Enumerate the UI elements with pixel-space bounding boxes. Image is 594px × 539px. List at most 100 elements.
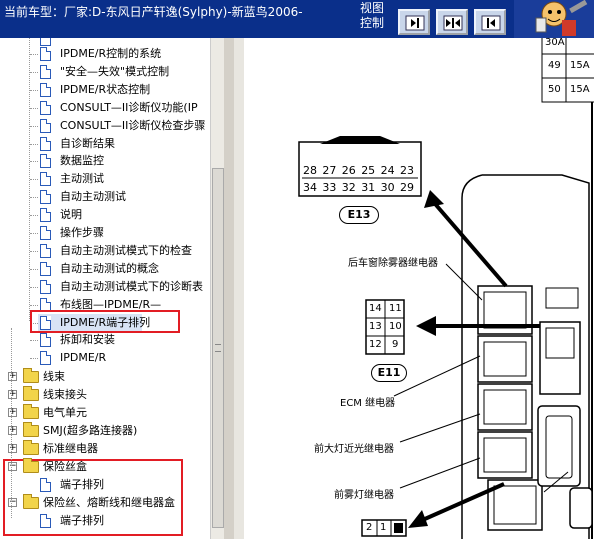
tree-item[interactable]: 端子排列 [38, 512, 210, 530]
tree-folder[interactable]: + 标准继电器 [6, 440, 206, 458]
tree-item[interactable]: 操作步骤 [30, 224, 208, 242]
fuse-table-partial: 30A [545, 38, 565, 48]
tree-item[interactable]: CONSULT—II诊断仪功能(IP [30, 99, 208, 117]
pin: 31 [361, 181, 376, 194]
document-icon [40, 243, 51, 258]
pin: 29 [400, 181, 414, 194]
fuse-number: 49 [548, 60, 561, 71]
tree-item-label: CONSULT—II诊断仪功能(IP [60, 100, 198, 114]
title-bar: 当前车型：厂家:D-东风日产轩逸(Sylphy)-新蓝鸟2006- 视图 控制 [0, 0, 594, 38]
arrow-left-bar-icon [481, 15, 501, 31]
folder-icon [23, 404, 39, 419]
tree-item-label: "安全—失效"模式控制 [60, 64, 170, 78]
window-title: 当前车型：厂家:D-东风日产轩逸(Sylphy)-新蓝鸟2006- [4, 5, 303, 19]
tree-item-label: 操作步骤 [60, 226, 104, 239]
tree-item-label: CONSULT—II诊断仪检查步骤 [60, 118, 206, 132]
show-left-pane-button[interactable] [474, 9, 506, 35]
pin: 32 [341, 181, 356, 194]
tree-item[interactable]: 拆卸和安装 [30, 331, 208, 349]
document-icon [40, 172, 51, 187]
document-icon [40, 82, 51, 97]
tree-item[interactable]: 主动测试 [30, 170, 208, 188]
document-icon [40, 226, 51, 240]
tree-folder-label: 电气单元 [43, 406, 87, 419]
tree-scrollbar[interactable] [210, 38, 224, 539]
expand-icon[interactable]: + [8, 408, 17, 417]
pin: 13 [369, 321, 382, 332]
pin: 2 [366, 522, 373, 533]
collapse-icon[interactable]: − [8, 462, 17, 471]
document-icon [40, 279, 51, 294]
fuse-rating: 15A [570, 60, 590, 71]
pane-splitter[interactable] [224, 38, 234, 539]
tree-folder[interactable]: − 保险丝、熔断线和继电器盒 [6, 494, 206, 512]
tree-item[interactable]: 自诊断结果 [30, 135, 208, 153]
tree-item[interactable]: 说明 [30, 206, 208, 224]
tree-folder[interactable]: + 线束 [6, 368, 206, 386]
scrollbar-thumb[interactable] [212, 168, 224, 528]
document-icon [40, 118, 51, 133]
tree-item-label: IPDME/R [60, 351, 107, 365]
tree-item-label: 自动主动测试的概念 [60, 261, 159, 275]
pin: 30 [380, 181, 395, 194]
expand-icon[interactable]: + [8, 372, 17, 381]
split-view-button[interactable] [436, 9, 468, 35]
tree-item[interactable]: CONSULT—II诊断仪检查步骤 [30, 117, 208, 135]
headlamp-low-relay-label: 前大灯近光继电器 [314, 444, 394, 455]
document-icon [40, 478, 51, 492]
expand-icon[interactable]: + [8, 390, 17, 399]
tree-folder[interactable]: + SMJ(超多路连接器) [6, 422, 206, 440]
pin: 28 [303, 164, 317, 177]
pin: 26 [341, 164, 356, 177]
tree-item[interactable]: IPDME/R [30, 349, 208, 367]
tree-item[interactable]: IPDME/R状态控制 [30, 81, 208, 99]
tree-item[interactable]: 数据监控 [30, 152, 208, 170]
tree-item[interactable]: IPDME/R控制的系统 [30, 45, 208, 63]
tree-item-label: 端子排列 [60, 478, 104, 491]
document-icon [40, 514, 51, 528]
pin: 23 [400, 164, 414, 177]
tree-folder-label: 线束接头 [43, 388, 87, 401]
tree-item[interactable]: 端子排列 [38, 476, 210, 494]
tree-item[interactable]: 自动主动测试的概念 [30, 260, 208, 278]
document-icon [40, 154, 51, 169]
document-icon [40, 351, 51, 366]
folder-icon [23, 458, 39, 473]
tree-item[interactable]: "安全—失效"模式控制 [30, 63, 208, 81]
pin: 33 [322, 181, 337, 194]
front-fog-relay-label: 前雾灯继电器 [334, 490, 394, 501]
collapse-icon[interactable]: − [8, 498, 17, 507]
pane-splitter-2 [234, 38, 244, 539]
document-icon [40, 261, 51, 276]
tree-item-label: 主动测试 [60, 172, 104, 186]
document-icon [40, 100, 51, 115]
expand-icon[interactable]: + [8, 426, 17, 435]
tree-folder[interactable]: + 电气单元 [6, 404, 206, 422]
show-right-pane-button[interactable] [398, 9, 430, 35]
tree-item[interactable]: 自动主动测试模式下的诊断表 [30, 278, 208, 296]
expand-icon[interactable]: + [8, 444, 17, 453]
highlight-box-ipdm [30, 310, 180, 333]
pin: 11 [389, 303, 402, 314]
rear-defogger-relay-label: 后车窗除雾器继电器 [348, 258, 438, 269]
document-icon [40, 47, 51, 61]
tree-folder-label: 线束 [43, 370, 65, 383]
fuse-rating: 15A [570, 84, 590, 95]
tree-item-label: 自动主动测试模式下的检查 [60, 243, 192, 257]
tree-item[interactable]: 自动主动测试模式下的检查 [30, 242, 208, 260]
folder-icon [23, 440, 39, 455]
pin: 34 [303, 181, 317, 194]
tree-item[interactable]: 自动主动测试 [30, 188, 208, 206]
tree-item-label: 拆卸和安装 [60, 333, 115, 347]
tree-folder[interactable]: + 线束接头 [6, 386, 206, 404]
wiring-diagram: 30A 49 15A 50 15A 28 27 26 25 24 23 34 33 32 31 3… [244, 38, 594, 539]
tree-folder[interactable]: − 保险丝盒 [6, 458, 206, 476]
connector-e11-label: E11 [371, 364, 407, 382]
tree-item-label: 自动主动测试 [60, 190, 126, 204]
pin: 1 [380, 522, 387, 533]
catalog-tree: IPDME/R控制的系统 "安全—失效"模式控制 IPDME/R状态控制 CONSUL… [0, 38, 210, 539]
mechanic-logo [514, 0, 594, 38]
tree-item-label: 数据监控 [60, 154, 104, 168]
tree-item-label: 端子排列 [60, 514, 104, 527]
split-arrows-icon [443, 15, 463, 31]
